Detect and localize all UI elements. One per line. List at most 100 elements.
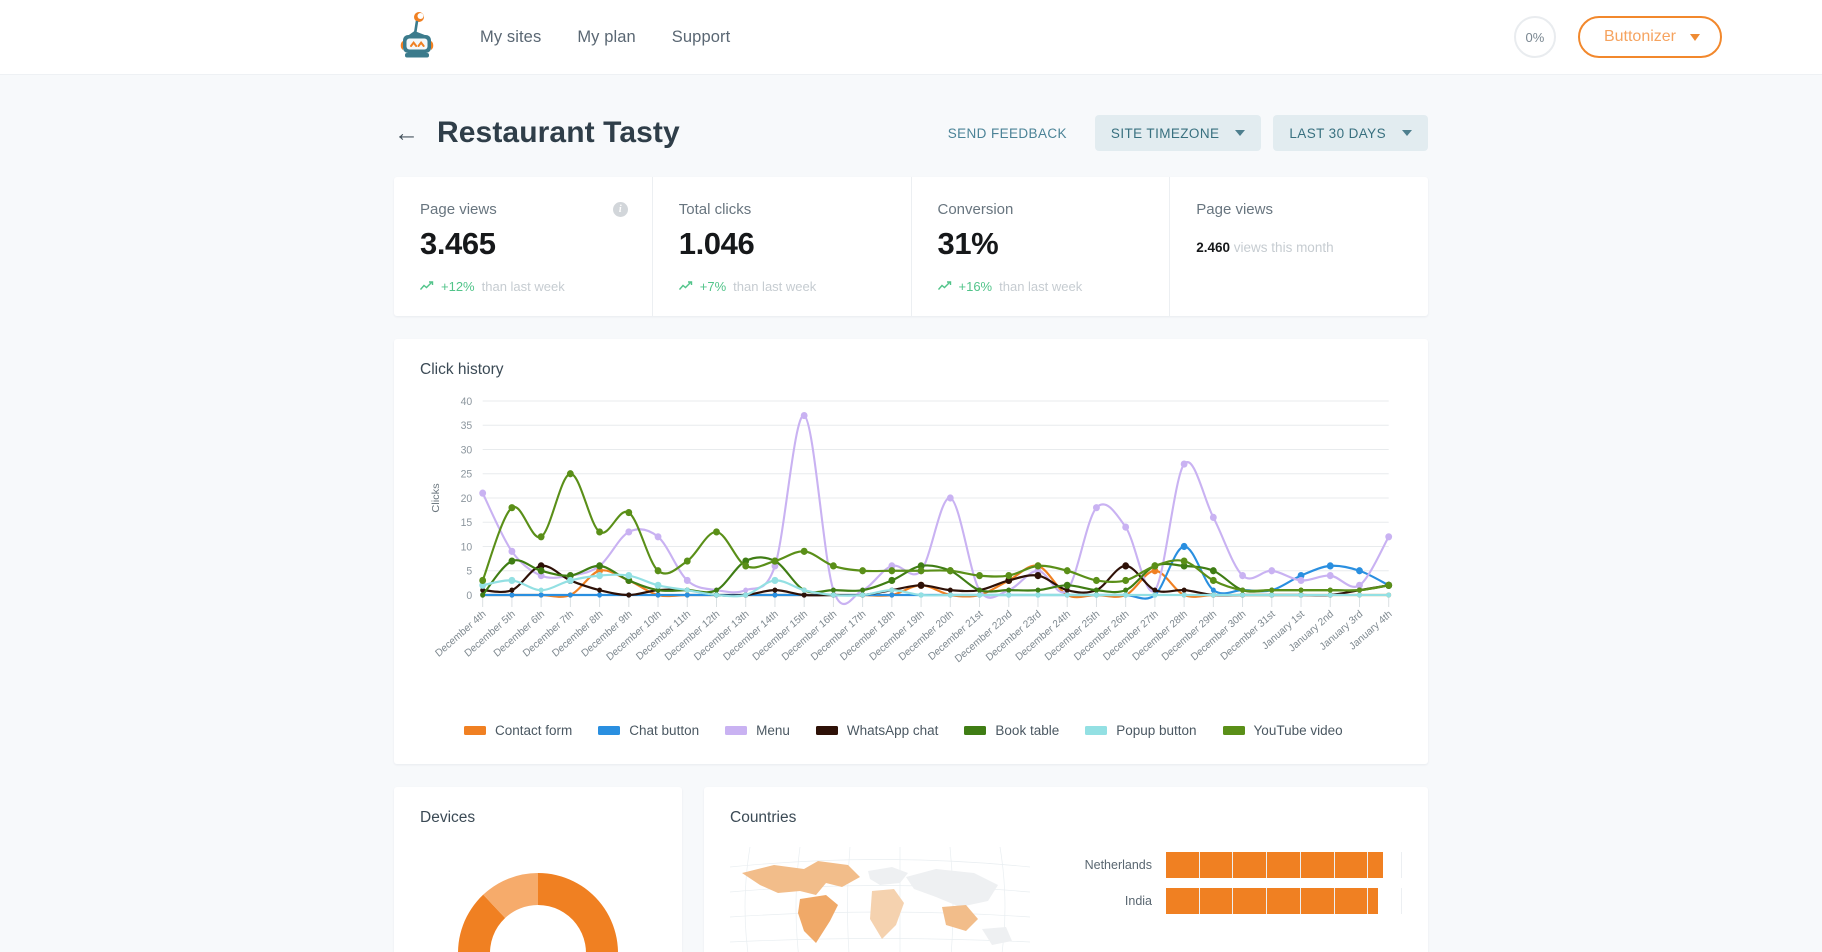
chevron-down-icon <box>1235 130 1245 136</box>
svg-text:December 4th: December 4th <box>434 609 489 660</box>
svg-text:10: 10 <box>461 541 473 553</box>
click-history-title: Click history <box>394 339 1428 379</box>
stat-delta-note: than last week <box>999 279 1082 294</box>
legend-item-menu[interactable]: Menu <box>725 723 790 738</box>
svg-text:0: 0 <box>466 590 472 602</box>
chevron-down-icon <box>1690 34 1700 41</box>
stat-card-page-views-month: Page views 2.460 views this month <box>1170 177 1428 316</box>
legend-label: YouTube video <box>1254 723 1343 738</box>
devices-donut-chart <box>394 827 682 952</box>
svg-text:December 7th: December 7th <box>521 609 576 660</box>
stat-delta-value: +12% <box>441 279 475 294</box>
trend-up-icon <box>679 280 693 293</box>
world-map-svg <box>730 847 1030 952</box>
legend-item-contact-form[interactable]: Contact form <box>464 723 572 738</box>
nav-link-my-plan[interactable]: My plan <box>577 28 635 47</box>
legend-item-popup-button[interactable]: Popup button <box>1085 723 1196 738</box>
legend-item-book-table[interactable]: Book table <box>964 723 1059 738</box>
legend-label: Book table <box>995 723 1059 738</box>
world-map <box>730 847 1030 952</box>
click-history-panel: Click history 0 5 10 15 20 25 30 35 40 Clicks Dece… <box>394 339 1428 764</box>
click-history-chart: 0510152025303540ClicksDecember 4thDecemb… <box>394 379 1428 713</box>
chevron-down-icon <box>1402 130 1412 136</box>
nav-link-support[interactable]: Support <box>672 28 731 47</box>
svg-text:December 6th: December 6th <box>492 609 547 660</box>
info-icon[interactable]: i <box>613 202 628 217</box>
svg-text:20: 20 <box>461 493 473 505</box>
stat-value: 31% <box>938 226 1144 262</box>
stat-label: Page views <box>420 201 626 218</box>
stat-card-page-views: Page views i 3.465 +12% than last week <box>394 177 653 316</box>
svg-text:15: 15 <box>461 517 473 529</box>
countries-title: Countries <box>704 787 1428 827</box>
stat-label: Conversion <box>938 201 1144 218</box>
stat-delta-note: than last week <box>733 279 816 294</box>
chart-legend: Contact form Chat button Menu WhatsApp chat… <box>394 713 1428 764</box>
stat-sub-value: 2.460 <box>1196 240 1230 255</box>
bar-gridlines <box>1166 852 1402 878</box>
legend-color-swatch <box>725 726 747 735</box>
trend-up-icon <box>938 280 952 293</box>
bar-gridlines <box>1166 888 1402 914</box>
devices-panel: Devices <box>394 787 682 952</box>
click-history-plot: 0510152025303540ClicksDecember 4thDecemb… <box>420 393 1402 713</box>
stat-label: Page views <box>1196 201 1402 218</box>
svg-text:30: 30 <box>461 444 473 456</box>
stat-card-total-clicks: Total clicks 1.046 +7% than last week <box>653 177 912 316</box>
top-navigation-bar: My sites My plan Support 0% Buttonizer <box>0 0 1822 75</box>
legend-color-swatch <box>816 726 838 735</box>
svg-text:35: 35 <box>461 420 473 432</box>
account-menu-button[interactable]: Buttonizer <box>1578 16 1722 58</box>
onboarding-progress-ring[interactable]: 0% <box>1514 16 1556 58</box>
svg-text:25: 25 <box>461 469 473 481</box>
account-menu-label: Buttonizer <box>1604 28 1676 46</box>
nav-link-my-sites[interactable]: My sites <box>480 28 541 47</box>
devices-title: Devices <box>394 787 682 827</box>
stat-delta-note: than last week <box>482 279 565 294</box>
legend-color-swatch <box>1085 726 1107 735</box>
legend-label: Menu <box>756 723 790 738</box>
stat-delta-value: +7% <box>700 279 726 294</box>
svg-text:December 5th: December 5th <box>463 609 518 660</box>
date-range-dropdown[interactable]: LAST 30 DAYS <box>1273 115 1428 151</box>
main-nav-links: My sites My plan Support <box>480 28 730 47</box>
stat-label: Total clicks <box>679 201 885 218</box>
legend-color-swatch <box>964 726 986 735</box>
page-header: ← Restaurant Tasty SEND FEEDBACK SITE TI… <box>394 75 1428 177</box>
buttonizer-robot-logo-icon[interactable] <box>394 11 440 63</box>
stat-value: 1.046 <box>679 226 885 262</box>
legend-item-whatsapp-chat[interactable]: WhatsApp chat <box>816 723 939 738</box>
trend-up-icon <box>420 280 434 293</box>
legend-item-chat-button[interactable]: Chat button <box>598 723 699 738</box>
svg-text:December 8th: December 8th <box>550 609 605 660</box>
country-label: India <box>1048 894 1166 908</box>
legend-color-swatch <box>464 726 486 735</box>
legend-label: WhatsApp chat <box>847 723 939 738</box>
legend-label: Popup button <box>1116 723 1196 738</box>
svg-text:40: 40 <box>461 396 473 408</box>
stat-delta-value: +16% <box>959 279 993 294</box>
stat-sub-note: views this month <box>1230 240 1334 255</box>
send-feedback-button[interactable]: SEND FEEDBACK <box>932 126 1083 141</box>
stat-value: 3.465 <box>420 226 626 262</box>
legend-label: Contact form <box>495 723 572 738</box>
country-bar-row: India <box>1048 883 1402 919</box>
countries-bar-chart: Netherlands India <box>1030 847 1402 919</box>
page-title: Restaurant Tasty <box>437 116 680 150</box>
legend-item-youtube-video[interactable]: YouTube video <box>1223 723 1343 738</box>
date-range-label: LAST 30 DAYS <box>1289 126 1386 141</box>
countries-panel: Countries <box>704 787 1428 952</box>
country-label: Netherlands <box>1048 858 1166 872</box>
svg-text:Clicks: Clicks <box>430 483 442 512</box>
stat-card-conversion: Conversion 31% +16% than last week <box>912 177 1171 316</box>
legend-color-swatch <box>598 726 620 735</box>
stats-summary-row: Page views i 3.465 +12% than last week T… <box>394 177 1428 316</box>
svg-text:5: 5 <box>466 566 472 578</box>
site-timezone-label: SITE TIMEZONE <box>1111 126 1219 141</box>
legend-label: Chat button <box>629 723 699 738</box>
site-timezone-dropdown[interactable]: SITE TIMEZONE <box>1095 115 1261 151</box>
arrow-left-icon[interactable]: ← <box>394 121 419 146</box>
legend-color-swatch <box>1223 726 1245 735</box>
devices-donut-svg <box>438 853 638 952</box>
country-bar-row: Netherlands <box>1048 847 1402 883</box>
